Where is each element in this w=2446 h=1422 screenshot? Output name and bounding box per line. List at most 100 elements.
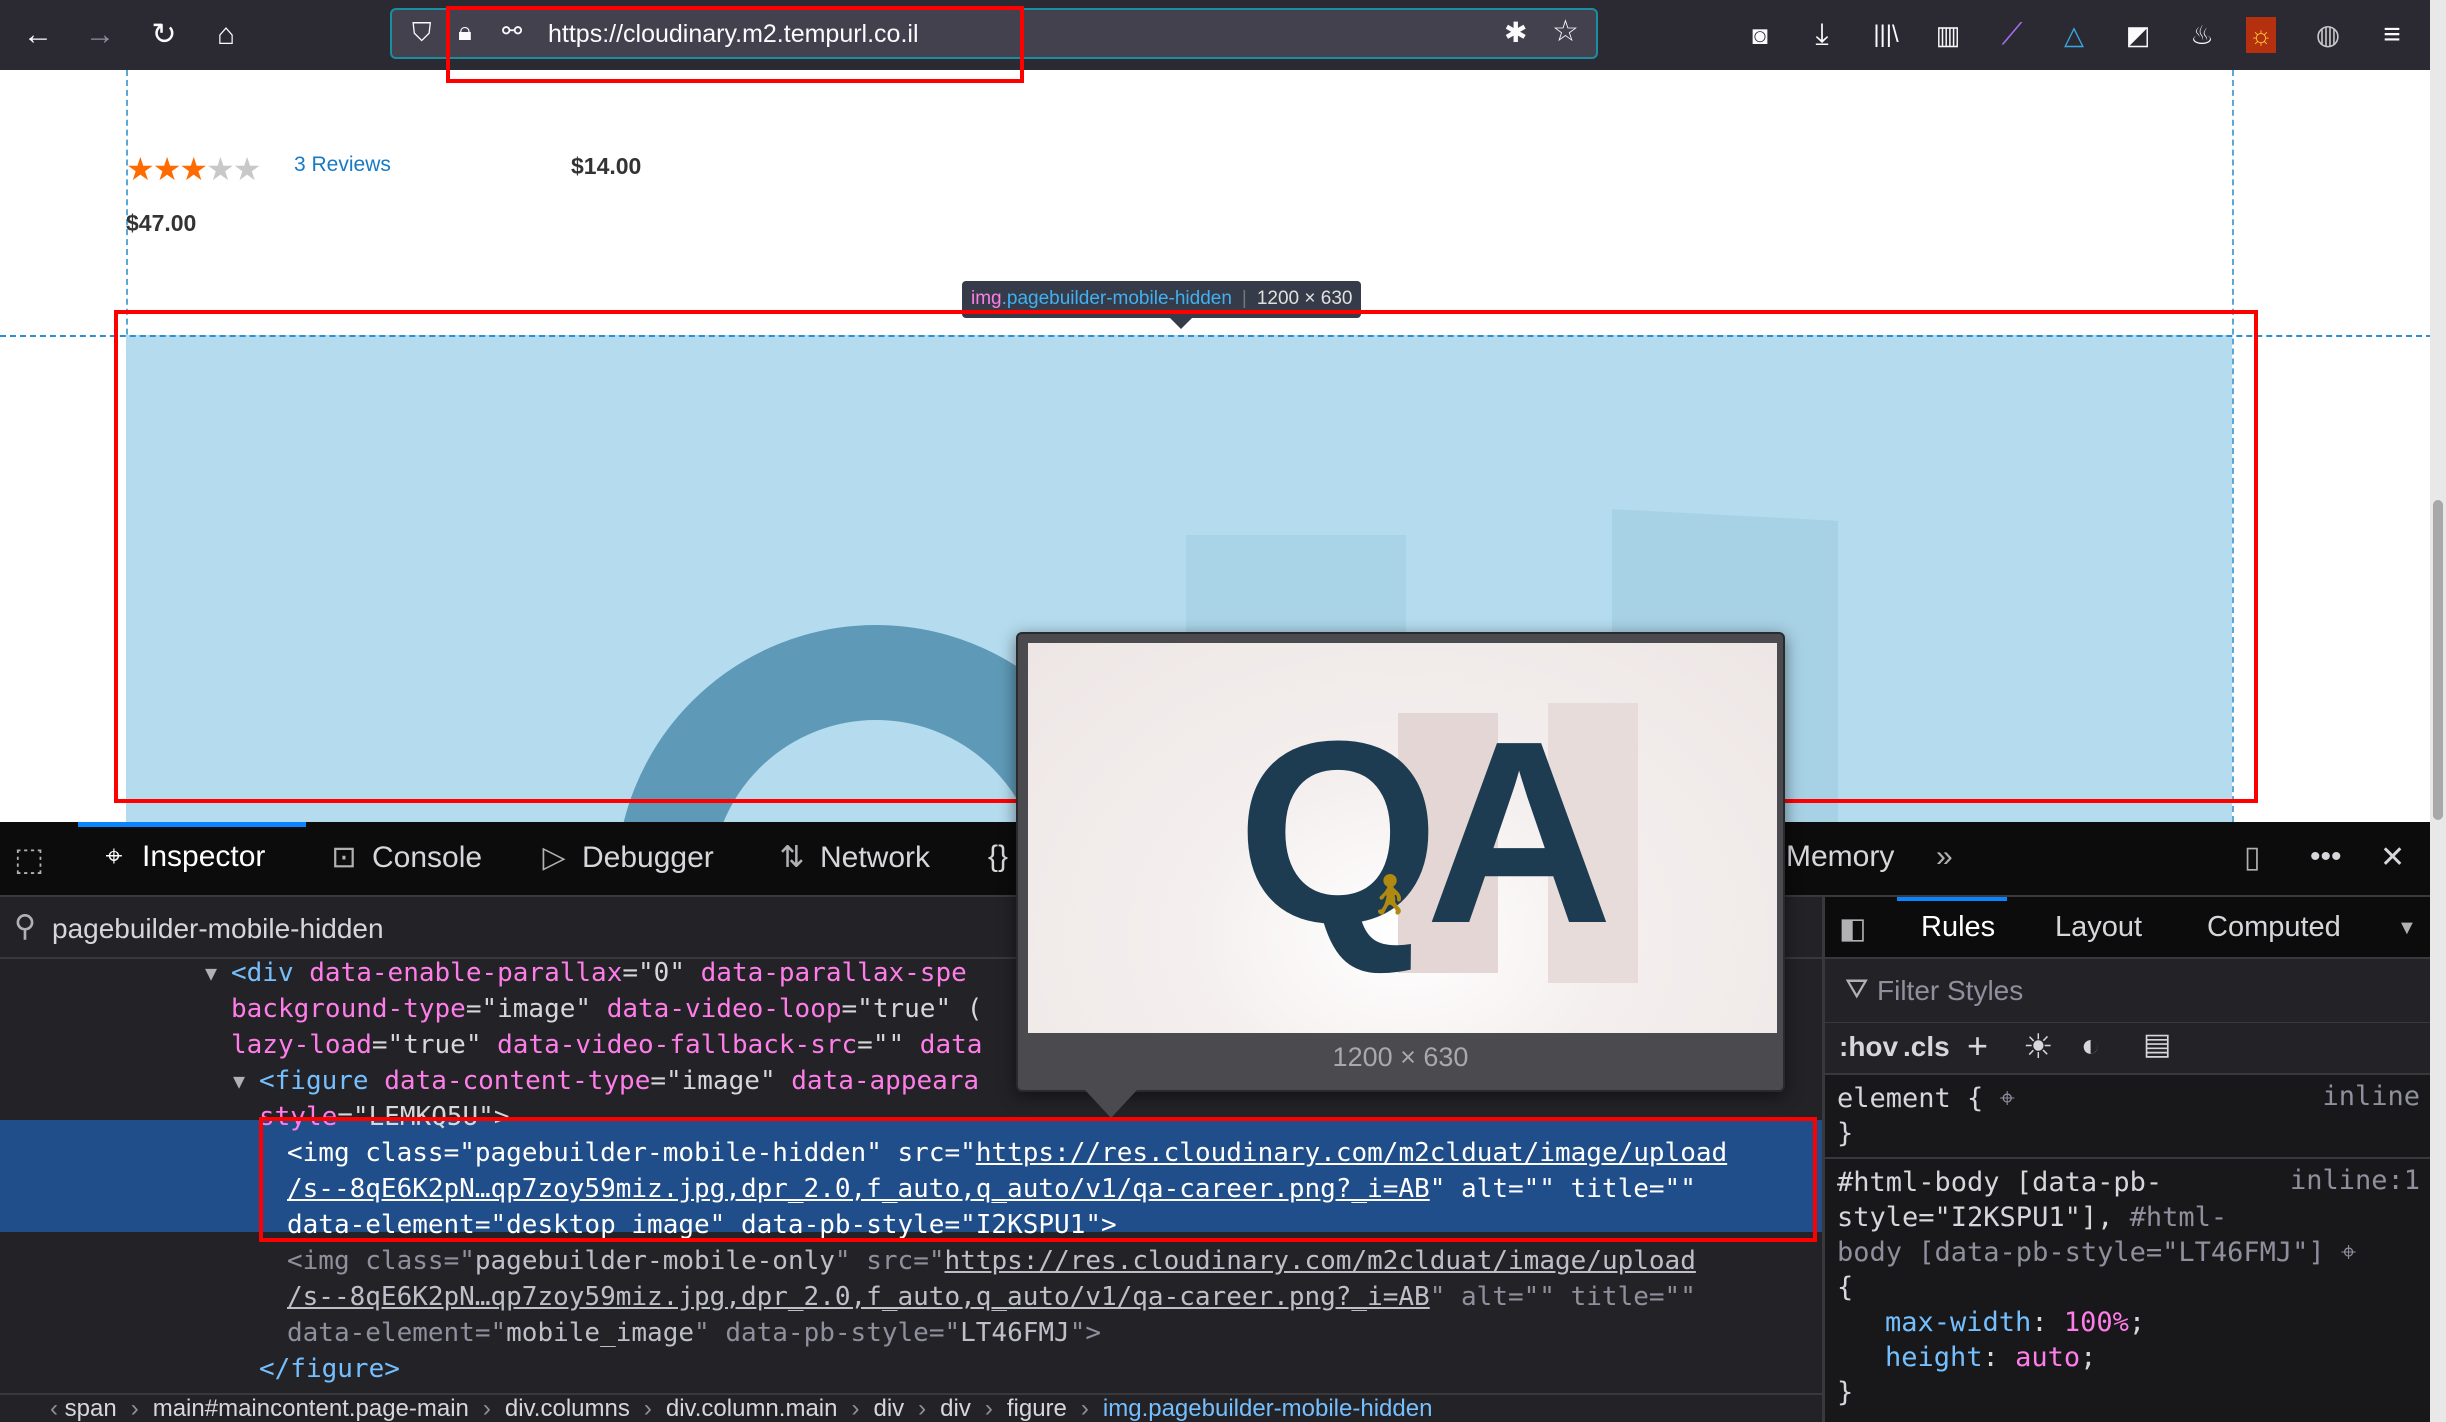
extension-triangle-icon[interactable]: △ (2056, 17, 2092, 53)
breadcrumb-item[interactable]: figure (1007, 1395, 1067, 1422)
extension-feather-icon[interactable]: ⟋ (1994, 17, 2030, 53)
search-input[interactable]: pagebuilder-mobile-hidden (52, 913, 384, 945)
markup-node[interactable]: style="LEMKQ5U"> (0, 1099, 1822, 1135)
sidebar-icon[interactable]: ▥ (1930, 17, 1966, 53)
attribute-link[interactable]: /s--8qE6K2pN…qp7zoy59miz.jpg,dpr_2.0,f_a… (287, 1282, 1430, 1312)
property-value[interactable]: auto (2015, 1342, 2080, 1373)
markup-node[interactable]: <img class="pagebuilder-mobile-only" src… (0, 1243, 1822, 1279)
permissions-icon[interactable]: ⚯ (502, 17, 522, 46)
declaration[interactable]: height: auto; (1885, 1340, 2096, 1375)
close-icon[interactable]: ✕ (2380, 840, 2405, 875)
expand-arrow-icon[interactable]: ▼ (233, 1063, 245, 1099)
extension-flame-icon[interactable]: ♨ (2184, 17, 2220, 53)
breadcrumb-item[interactable]: div.column.main (666, 1395, 838, 1422)
dark-mode-icon[interactable]: ◐ (2081, 1027, 2100, 1064)
rule-source[interactable]: inline (2322, 1081, 2420, 1112)
tab-layout[interactable]: Layout (2055, 911, 2142, 944)
attribute-name: data-pb-style (725, 1318, 929, 1348)
rule-open: { (1837, 1272, 1854, 1303)
globe-icon[interactable]: ◍ (2310, 17, 2346, 53)
bookmark-star-icon[interactable]: ☆ (1552, 14, 1579, 49)
attribute-name: data-element (287, 1210, 475, 1240)
breadcrumb-scroll-left-icon[interactable]: ‹ (50, 1395, 65, 1422)
home-icon[interactable]: ⌂ (208, 17, 244, 53)
tab-inspector[interactable]: ⌖ Inspector (96, 840, 266, 874)
punctuation: " (575, 994, 607, 1024)
rule-selector[interactable]: #html-body [data-pb- (1837, 1165, 2162, 1200)
tab-style-editor[interactable]: {} (988, 840, 1008, 874)
node-target-icon[interactable]: ⌖ (2341, 1237, 2356, 1268)
property-value[interactable]: 100% (2064, 1307, 2129, 1338)
back-icon[interactable]: ← (20, 17, 56, 53)
more-tools-chevron-icon[interactable]: » (1936, 840, 1953, 874)
rule-selector[interactable]: element { (1837, 1083, 1983, 1114)
breadcrumb-item[interactable]: div.columns (505, 1395, 630, 1422)
tab-console[interactable]: ⊡ Console (326, 840, 482, 875)
property-name[interactable]: max-width (1885, 1307, 2031, 1338)
hov-button[interactable]: :hov (1839, 1031, 1898, 1063)
rule-source[interactable]: inline:1 (2290, 1165, 2420, 1196)
library-icon[interactable]: |||\ (1868, 17, 1904, 53)
breadcrumb-item[interactable]: img.pagebuilder-mobile-hidden (1103, 1395, 1433, 1422)
rule-close: } (1837, 1118, 1854, 1149)
breadcrumb-separator-icon: › (482, 1395, 491, 1422)
menu-icon[interactable]: ≡ (2374, 17, 2410, 53)
rule-selector-unmatched[interactable]: body [data-pb-style="LT46FMJ"] (1837, 1237, 2325, 1268)
rule-selector-unmatched[interactable]: #html- (2113, 1202, 2228, 1233)
expand-arrow-icon[interactable]: ▼ (205, 959, 217, 991)
property-name[interactable]: height (1885, 1342, 1983, 1373)
forward-icon[interactable]: → (82, 17, 118, 53)
markup-node[interactable]: /s--8qE6K2pN…qp7zoy59miz.jpg,dpr_2.0,f_a… (0, 1279, 1822, 1315)
cls-button[interactable]: .cls (1903, 1031, 1950, 1063)
add-rule-icon[interactable]: + (1967, 1025, 1988, 1067)
lock-icon[interactable]: 🔒︎ (458, 16, 472, 48)
url-bar[interactable]: ⛉ 🔒︎ ⚯ https://cloudinary.m2.tempurl.co.… (390, 8, 1598, 59)
pocket-icon[interactable]: ◙ (1742, 17, 1778, 53)
reviews-link[interactable]: 3 Reviews (294, 153, 391, 177)
breadcrumb-item[interactable]: div (873, 1395, 904, 1422)
print-media-icon[interactable]: ▤ (2143, 1027, 2171, 1062)
tab-computed[interactable]: Computed (2207, 911, 2341, 944)
rule-selector[interactable]: style="I2KSPU1"], (1837, 1202, 2113, 1233)
breadcrumb-item[interactable]: div (940, 1395, 971, 1422)
declaration[interactable]: max-width: 100%; (1885, 1305, 2145, 1340)
toggle-sidebar-icon[interactable]: ◧ (1839, 911, 1866, 946)
markup-node-selected[interactable]: <img class="pagebuilder-mobile-hidden" s… (0, 1135, 1822, 1171)
rules-toolbar: :hov .cls + ☀ ◐ ▤ (1825, 1023, 2430, 1075)
bug-icon[interactable]: ✱ (1504, 16, 1527, 49)
tabs-dropdown-icon[interactable]: ▼ (2397, 917, 2417, 940)
element-picker-icon[interactable]: ⬚ (14, 840, 44, 878)
punctuation: ="" (857, 1030, 920, 1060)
node-target-icon[interactable]: ⌖ (2000, 1083, 2015, 1114)
extension-sun-icon[interactable]: ☼ (2246, 17, 2276, 53)
tab-memory[interactable]: Memory (1786, 840, 1894, 874)
tab-network[interactable]: ⇅ Network (774, 840, 930, 875)
attribute-name: data-parallax-spe (700, 959, 967, 988)
responsive-design-icon[interactable]: ▯ (2244, 840, 2261, 875)
breadcrumb-item[interactable]: span (65, 1395, 117, 1422)
url-text[interactable]: https://cloudinary.m2.tempurl.co.il (548, 20, 919, 49)
extension-cube-icon[interactable]: ◩ (2120, 17, 2156, 53)
more-options-icon[interactable]: ••• (2310, 840, 2342, 874)
tab-debugger[interactable]: ▷ Debugger (536, 840, 713, 875)
markup-node[interactable]: data-element="mobile_image" data-pb-styl… (0, 1315, 1822, 1351)
scrollbar-thumb[interactable] (2433, 500, 2443, 820)
punctuation: "> (1069, 1318, 1102, 1348)
attribute-link[interactable]: https://res.cloudinary.com/m2clduat/imag… (945, 1246, 1696, 1276)
reload-icon[interactable]: ↻ (146, 17, 182, 53)
light-mode-icon[interactable]: ☀ (2023, 1027, 2053, 1067)
markup-node-selected[interactable]: /s--8qE6K2pN…qp7zoy59miz.jpg,dpr_2.0,f_a… (0, 1171, 1822, 1207)
download-icon[interactable]: ⤓ (1804, 17, 1840, 53)
debugger-icon: ▷ (542, 841, 566, 874)
tab-rules[interactable]: Rules (1921, 911, 1995, 944)
breadcrumb-item[interactable]: main#maincontent.page-main (153, 1395, 469, 1422)
attribute-value: image (681, 1066, 760, 1096)
filter-styles-input[interactable]: ⛛ Filter Styles (1825, 959, 2430, 1023)
attribute-link[interactable]: https://res.cloudinary.com/m2clduat/imag… (976, 1138, 1727, 1168)
attribute-value: mobile_image (506, 1318, 694, 1348)
shield-icon[interactable]: ⛉ (412, 17, 432, 49)
attribute-link[interactable]: /s--8qE6K2pN…qp7zoy59miz.jpg,dpr_2.0,f_a… (287, 1174, 1430, 1204)
filter-icon: ⛛ (1845, 973, 1869, 1004)
markup-node[interactable]: </figure> (0, 1351, 1822, 1387)
markup-node-selected[interactable]: data-element="desktop_image" data-pb-sty… (0, 1207, 1822, 1243)
